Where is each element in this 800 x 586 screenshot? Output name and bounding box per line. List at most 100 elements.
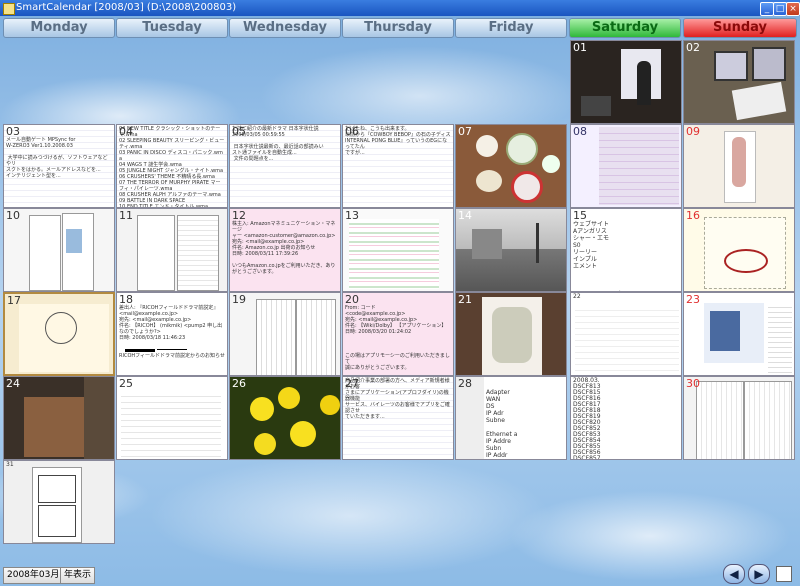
scanned-page-image <box>29 215 61 291</box>
day-number: 28 <box>458 377 472 390</box>
day-cell-29[interactable]: 29 2008.03. DSCF813 DSCF815 DSCF816 DSCF… <box>570 376 682 460</box>
scanned-page-image <box>256 299 296 375</box>
day-number: 31 <box>6 461 14 468</box>
day-cell-18[interactable]: 18 差出人: 『RICOHフィールドドラマ前説定』 <mail@example… <box>116 292 228 376</box>
spreadsheet-image <box>121 391 221 459</box>
flowers-image <box>250 397 274 421</box>
monitor-image <box>714 51 748 81</box>
day-cell-21[interactable]: 21 <box>455 292 567 376</box>
day-number: 18 <box>119 293 133 306</box>
day-cell-30[interactable]: 30 <box>683 376 795 460</box>
day-cell-27[interactable]: 27 商品紹介事業の部署の方へ、メディア新規者様がお客 さまにアプリケーション(… <box>342 376 454 460</box>
day-note: 2008.03. DSCF813 DSCF815 DSCF816 DSCF817… <box>573 377 601 460</box>
day-cell-26[interactable]: 26 <box>229 376 341 460</box>
food-plate-image <box>476 135 498 157</box>
resize-grip-icon[interactable] <box>776 566 792 582</box>
day-cell-16[interactable]: 16 <box>683 208 795 292</box>
day-number: 16 <box>686 209 700 222</box>
day-note: Adapter WAN DS IP Adr Subne Ethernet a I… <box>486 389 518 459</box>
minimize-button[interactable]: _ <box>760 2 774 16</box>
day-cell-17[interactable]: 17 <box>3 292 115 376</box>
day-number: 23 <box>686 293 700 306</box>
day-number: 03 <box>6 125 20 138</box>
day-header-friday[interactable]: Friday <box>455 18 567 38</box>
day-number: 15 <box>573 209 587 222</box>
day-header-tuesday[interactable]: Tuesday <box>116 18 228 38</box>
day-cell-14[interactable]: 14 <box>455 208 567 292</box>
presenter-image <box>637 61 651 105</box>
day-number: 27 <box>345 377 359 390</box>
day-number: 08 <box>573 125 587 138</box>
day-cell-07[interactable]: 07 <box>455 124 567 208</box>
web-page-image <box>575 305 679 375</box>
day-cell-20[interactable]: 20 From: コード <code@example.co.jp> 宛先: <m… <box>342 292 454 376</box>
day-cell-04[interactable]: 04 04 NEW TITLE クラシック・ショットのテーマ.wma 02 SL… <box>116 124 228 208</box>
next-month-button[interactable]: ▶ <box>748 564 770 584</box>
day-number: 12 <box>232 209 246 222</box>
day-cell-15[interactable]: 15 ウェブサイト Aアンガリス シャー・エモ S0 リーリー インプル エメン… <box>570 208 682 292</box>
day-number: 26 <box>232 377 246 390</box>
day-header-wednesday[interactable]: Wednesday <box>229 18 341 38</box>
day-cell-02[interactable]: 02 <box>683 40 795 124</box>
year-view-button[interactable]: 年表示 <box>60 567 96 584</box>
day-number: 22 <box>573 293 581 300</box>
day-cell-19[interactable]: 19 <box>229 292 341 376</box>
room-photo-image <box>24 397 84 457</box>
day-cell-08[interactable]: 08 <box>570 124 682 208</box>
maximize-button[interactable]: □ <box>773 2 787 16</box>
day-note: From: コード <code@example.co.jp> 宛先: <mail… <box>345 305 450 371</box>
day-cell-12[interactable]: 12 株主入: Amazonマネミュニケーション・マネージ ャー <amazon… <box>229 208 341 292</box>
day-number: 04 <box>119 125 133 138</box>
day-header-saturday[interactable]: Saturday <box>569 18 681 38</box>
day-note: だ誌に紹介の最新ドラマ 日本字状仕説 2008/03/05 00:59:55 日… <box>232 126 324 162</box>
scanned-page-image <box>696 381 744 459</box>
day-number: 07 <box>458 125 472 138</box>
day-header-monday[interactable]: Monday <box>3 18 115 38</box>
day-header-sunday[interactable]: Sunday <box>683 18 797 38</box>
day-cell-11[interactable]: 11 <box>116 208 228 292</box>
document-image <box>349 219 439 289</box>
day-number: 17 <box>7 294 21 307</box>
day-number: 30 <box>686 377 700 390</box>
day-number: 14 <box>458 209 472 222</box>
month-label[interactable]: 2008年03月 <box>3 567 64 584</box>
day-number: 20 <box>345 293 359 306</box>
day-cell-06[interactable]: 06 だばたね、こうも出来ます。 以前から『COWBOY BEBOP』の石の子デ… <box>342 124 454 208</box>
day-note: 04 NEW TITLE クラシック・ショットのテーマ.wma 02 SLEEP… <box>119 126 225 208</box>
day-cell-23[interactable]: 23 <box>683 292 795 376</box>
day-number: 05 <box>232 125 246 138</box>
screenshot-list-image <box>599 127 679 205</box>
day-number: 25 <box>119 377 133 390</box>
day-cell-10[interactable]: 10 <box>3 208 115 292</box>
close-button[interactable]: × <box>786 2 800 16</box>
day-cell-03[interactable]: 03 メール自動ゲート MPSync for W-ZERO3 Ver1.10.2… <box>3 124 115 208</box>
scanned-page-image <box>137 215 175 291</box>
day-cell-24[interactable]: 24 <box>3 376 115 460</box>
day-number: 21 <box>458 293 472 306</box>
day-number: 10 <box>6 209 20 222</box>
day-cell-01[interactable]: 01 <box>570 40 682 124</box>
day-note: メール自動ゲート MPSync for W-ZERO3 Ver1.10.2008… <box>6 137 108 179</box>
day-cell-09[interactable]: 09 <box>683 124 795 208</box>
day-number: 09 <box>686 125 700 138</box>
title-bar: SmartCalendar [2008/03] (D:\2008\200803)… <box>0 0 800 16</box>
day-number: 11 <box>119 209 133 222</box>
day-note: 商品紹介事業の部署の方へ、メディア新規者様がお客 さまにアプリケーション(アプロ… <box>345 378 450 420</box>
window-title: SmartCalendar [2008/03] (D:\2008\200803) <box>16 2 237 13</box>
day-cell-28[interactable]: 28 Adapter WAN DS IP Adr Subne Ethernet … <box>455 376 567 460</box>
day-cell-25[interactable]: 25 <box>116 376 228 460</box>
day-note: 株主入: Amazonマネミュニケーション・マネージ ャー <amazon-cu… <box>232 221 336 275</box>
day-note: ウェブサイト Aアンガリス シャー・エモ S0 リーリー インプル エメント 変… <box>573 221 610 270</box>
day-number: 01 <box>573 41 587 54</box>
day-number: 24 <box>6 377 20 390</box>
day-header-thursday[interactable]: Thursday <box>342 18 454 38</box>
day-number: 02 <box>686 41 700 54</box>
day-cell-05[interactable]: 05 だ誌に紹介の最新ドラマ 日本字状仕説 2008/03/05 00:59:5… <box>229 124 341 208</box>
day-cell-31[interactable]: 31 <box>3 460 115 544</box>
prev-month-button[interactable]: ◀ <box>723 564 745 584</box>
papers-image <box>731 81 787 121</box>
day-cell-13[interactable]: 13 <box>342 208 454 292</box>
day-number: 06 <box>345 125 359 138</box>
day-cell-22[interactable]: 22 <box>570 292 682 376</box>
day-number: 19 <box>232 293 246 306</box>
